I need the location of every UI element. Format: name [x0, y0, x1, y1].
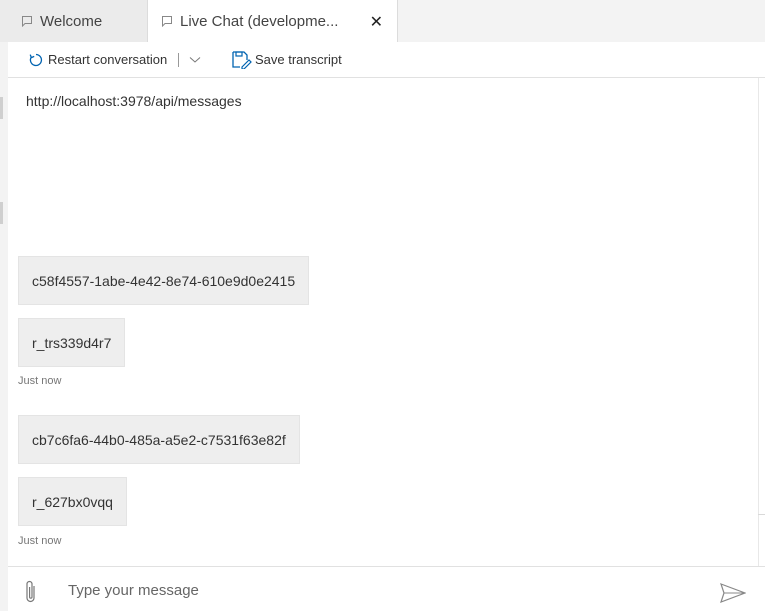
- chat-transcript[interactable]: http://localhost:3978/api/messages c58f4…: [8, 78, 758, 566]
- endpoint-url: http://localhost:3978/api/messages: [26, 93, 242, 109]
- save-label: Save transcript: [255, 52, 342, 67]
- gutter-marker: [0, 97, 3, 119]
- panel-divider: [758, 514, 765, 515]
- message-bubble[interactable]: cb7c6fa6-44b0-485a-a5e2-c7531f63e82f: [18, 415, 300, 464]
- message-input-bar: [8, 566, 765, 611]
- message-text: r_627bx0vqq: [32, 493, 113, 510]
- message-text: c58f4557-1abe-4e42-8e74-610e9d0e2415: [32, 272, 296, 289]
- message-text: r_trs339d4r7: [32, 334, 112, 351]
- message-bubble[interactable]: c58f4557-1abe-4e42-8e74-610e9d0e2415: [18, 256, 310, 305]
- message-timestamp: Just now: [18, 535, 62, 547]
- left-gutter: [0, 42, 8, 611]
- gutter-marker: [0, 202, 3, 224]
- tab-label: Welcome: [40, 12, 103, 30]
- send-icon[interactable]: [720, 582, 747, 608]
- restart-label: Restart conversation: [48, 52, 168, 67]
- message-bubble[interactable]: r_trs339d4r7: [18, 318, 126, 367]
- paperclip-icon[interactable]: [23, 579, 39, 610]
- message-bubble[interactable]: r_627bx0vqq: [18, 477, 127, 526]
- save-icon: [232, 50, 252, 69]
- chevron-down-icon: [189, 56, 201, 63]
- restart-conversation-button[interactable]: Restart conversation: [28, 42, 167, 77]
- tab-live-chat[interactable]: Live Chat (developme... ✕: [148, 0, 398, 42]
- chat-bubble-icon: [22, 15, 32, 27]
- toolbar-divider: [178, 53, 179, 67]
- save-transcript-button[interactable]: Save transcript: [232, 42, 342, 77]
- tab-label: Live Chat (developme...: [180, 12, 339, 30]
- close-icon[interactable]: ✕: [370, 12, 383, 32]
- tab-welcome[interactable]: Welcome: [0, 0, 148, 42]
- tab-bar: Welcome Live Chat (developme... ✕: [0, 0, 765, 43]
- message-timestamp: Just now: [18, 375, 62, 387]
- message-input[interactable]: [66, 575, 690, 605]
- right-panel-edge: [758, 78, 765, 566]
- message-text: cb7c6fa6-44b0-485a-a5e2-c7531f63e82f: [32, 431, 286, 448]
- restart-icon: [29, 53, 43, 66]
- chat-bubble-icon: [162, 15, 172, 27]
- restart-options-dropdown[interactable]: [189, 42, 201, 77]
- toolbar: Restart conversation Save transcript: [8, 42, 765, 78]
